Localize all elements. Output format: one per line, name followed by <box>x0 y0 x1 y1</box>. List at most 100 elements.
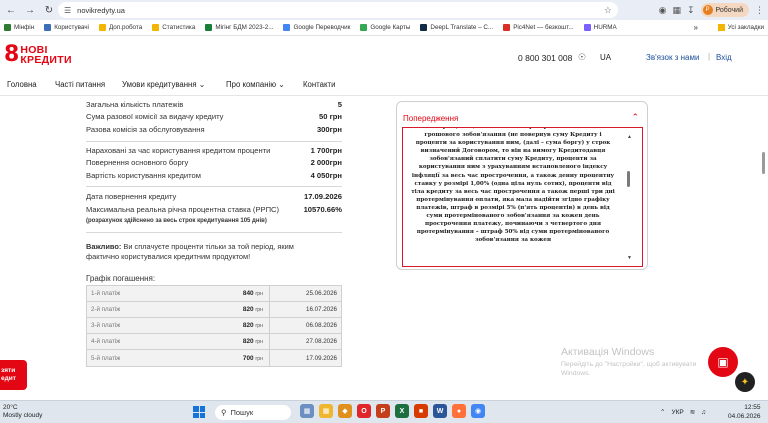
row-value: 50 грн <box>319 112 342 121</box>
bookmark-item[interactable]: Користувачі <box>44 24 89 31</box>
app-icon[interactable]: P <box>376 404 390 418</box>
firefox-icon[interactable]: ● <box>452 404 466 418</box>
scroll-up-arrow-icon[interactable]: ▲ <box>627 134 632 140</box>
row-value: 5 <box>337 100 342 109</box>
profile-button[interactable]: Р Робочий <box>700 3 749 17</box>
weather-desc: Mostly cloudy <box>3 412 43 419</box>
logo-text: НОВІ КРЕДИТИ <box>20 45 72 66</box>
loan-summary: Загальна кількість платежів 5 Сума разово… <box>86 96 342 402</box>
bookmark-item[interactable]: HURMA <box>583 24 617 31</box>
row-label: Повернення основного боргу <box>86 158 189 167</box>
tray-overflow-icon[interactable]: ⌃ <box>660 408 665 416</box>
amount-value: 820 <box>242 338 254 345</box>
chrome-icon[interactable]: ◉ <box>471 404 485 418</box>
folder-icon <box>717 24 725 31</box>
row-label: Сума разової комісії за видачу кредиту <box>86 112 224 121</box>
site-info-icon[interactable]: ☰ <box>64 6 71 15</box>
folder-icon <box>44 24 52 31</box>
payment-amount: 840 грн <box>187 290 269 297</box>
excel-icon[interactable]: X <box>395 404 409 418</box>
row-value: 1 700грн <box>310 146 342 155</box>
taskbar-clock[interactable]: 12:55 04.06.2026 <box>728 403 761 421</box>
payment-number: 2-й платіж <box>91 306 121 313</box>
taskbar-search[interactable]: ⚲ Пошук <box>215 405 291 420</box>
menu-dots-icon[interactable]: ⋮ <box>755 5 764 16</box>
bookmarks-overflow-icon[interactable]: » <box>694 23 698 32</box>
bookmark-item[interactable]: Мігінг БДМ 2023-2... <box>205 24 273 31</box>
contact-link[interactable]: Зв'язок з нами <box>646 53 699 62</box>
windows-start-icon[interactable] <box>193 406 205 418</box>
language-switch[interactable]: UA <box>600 53 611 62</box>
volume-icon[interactable]: ♫ <box>701 409 706 416</box>
input-language[interactable]: УКР <box>671 409 683 416</box>
wifi-icon[interactable]: ≋ <box>690 408 695 416</box>
task-view-icon[interactable]: ▦ <box>300 404 314 418</box>
maps-icon <box>360 24 368 31</box>
opera-icon[interactable]: O <box>357 404 371 418</box>
menu-credit-terms[interactable]: Умови кредитування ⌄ <box>122 80 205 89</box>
chevron-down-icon: ⌄ <box>278 80 285 89</box>
back-icon[interactable]: ← <box>3 2 19 18</box>
bookmark-label: Мігінг БДМ 2023-2... <box>215 24 274 31</box>
bookmark-item[interactable]: Доп.робота <box>98 24 143 31</box>
bookmark-star-icon[interactable]: ☆ <box>604 5 612 16</box>
bookmark-item[interactable]: Pic4Net — безкошт... <box>503 24 574 31</box>
payment-number: 4-й платіж <box>91 338 121 345</box>
system-tray: ⌃ УКР ≋ ♫ <box>660 408 706 417</box>
bookmarks-bar: Мінфін Користувачі Доп.робота Статистика… <box>0 20 768 36</box>
menu-about[interactable]: Про компанію ⌄ <box>226 80 285 89</box>
login-link[interactable]: Вхід <box>716 53 732 62</box>
bookmark-item[interactable]: Статистика <box>152 24 195 31</box>
menu-home[interactable]: Головна <box>7 80 37 89</box>
row-value: 2 000грн <box>310 158 342 167</box>
app-icon[interactable]: ■ <box>414 404 428 418</box>
scroll-down-arrow-icon[interactable]: ▼ <box>627 255 632 261</box>
site-logo[interactable]: 8 НОВІ КРЕДИТИ <box>4 44 72 66</box>
row-label: Разова комісія за обслуговування <box>86 125 205 134</box>
bookmark-label: Pic4Net — безкошт... <box>513 24 574 31</box>
get-credit-side-button[interactable]: зяти едит <box>0 360 27 390</box>
bookmark-item[interactable]: Google Переводчик <box>283 24 350 31</box>
scrollbar-thumb[interactable] <box>627 171 630 187</box>
assistant-button[interactable]: ✦ <box>735 372 755 392</box>
extensions-icon[interactable]: ▦ <box>672 5 681 16</box>
windows-taskbar: 20°C Mostly cloudy ⚲ Пошук ▦ ▦ ◆ O P X ■… <box>0 400 768 423</box>
summary-row: Нараховані за час користування кредитом … <box>86 146 342 155</box>
menu-credit-terms-label: Умови кредитування <box>122 80 197 89</box>
warnings-title[interactable]: Попередження <box>403 114 458 123</box>
summary-row: Вартість користування кредитом 4 050грн <box>86 171 342 180</box>
folder-icon <box>98 24 106 31</box>
page-scrollbar-thumb[interactable] <box>762 152 765 174</box>
url-text: novikredyty.ua <box>77 5 125 15</box>
forward-icon[interactable]: → <box>22 2 38 18</box>
phone-number[interactable]: 0 800 301 008 <box>518 53 572 63</box>
chat-button[interactable]: ▣ <box>708 347 738 377</box>
address-bar[interactable]: ☰ novikredyty.ua ☆ <box>58 2 618 18</box>
file-explorer-icon[interactable]: ▦ <box>319 404 333 418</box>
weather-widget[interactable]: 20°C Mostly cloudy <box>3 404 42 420</box>
payment-amount: 820 грн <box>187 322 269 329</box>
payment-number: 3-й платіж <box>91 322 121 329</box>
amount-unit: грн <box>255 339 263 345</box>
download-icon[interactable]: ↧ <box>687 5 695 16</box>
camera-icon[interactable]: ◉ <box>659 5 667 16</box>
summary-row: Повернення основного боргу 2 000грн <box>86 158 342 167</box>
side-button-line2: едит <box>1 375 16 382</box>
all-bookmarks[interactable]: Усі закладки <box>717 24 764 31</box>
bookmark-item[interactable]: Мінфін <box>4 24 34 31</box>
amount-unit: грн <box>255 355 263 362</box>
warnings-textbox[interactable]: 15. У разі, якщо позичальник прострочив … <box>402 127 643 267</box>
accessibility-eye-icon[interactable]: ☉ <box>578 52 586 63</box>
reload-icon[interactable]: ↻ <box>41 2 57 18</box>
menu-contacts[interactable]: Контакти <box>303 80 335 89</box>
menu-faq[interactable]: Часті питання <box>55 80 105 89</box>
warnings-accordion: Попередження ⌃ 15. У разі, якщо позичаль… <box>396 101 648 270</box>
bookmark-item[interactable]: Google Карты <box>360 24 410 31</box>
chevron-up-icon[interactable]: ⌃ <box>631 112 639 123</box>
warnings-text: 15. У разі, якщо позичальник прострочив … <box>411 127 615 244</box>
app-icon[interactable]: ◆ <box>338 404 352 418</box>
bookmark-item[interactable]: DeepL Translate – С... <box>420 24 493 31</box>
word-icon[interactable]: W <box>433 404 447 418</box>
bookmark-label: Доп.робота <box>108 24 143 31</box>
bookmark-favicon <box>4 24 11 31</box>
